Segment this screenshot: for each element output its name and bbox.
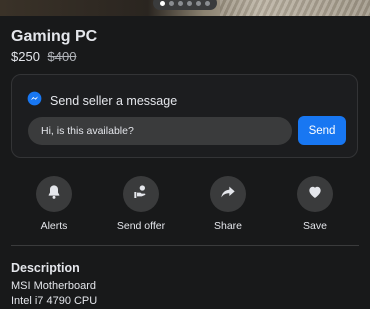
carousel-dot[interactable] (178, 0, 183, 6)
bell-icon (46, 184, 62, 205)
photo-texture (220, 0, 370, 16)
share-circle (210, 176, 246, 212)
message-seller-label: Send seller a message (50, 94, 178, 108)
message-input[interactable] (28, 117, 292, 145)
alerts-circle (36, 176, 72, 212)
save-button[interactable]: Save (275, 176, 355, 232)
messenger-icon (27, 91, 42, 111)
share-label: Share (213, 220, 243, 232)
save-circle (297, 176, 333, 212)
listing-price: $250 (11, 49, 40, 64)
alerts-button[interactable]: Alerts (14, 176, 94, 232)
description-heading: Description (11, 261, 80, 275)
message-seller-card: Send seller a message Send (11, 74, 358, 158)
carousel-dot[interactable] (160, 0, 165, 6)
heart-icon (307, 184, 323, 205)
send-offer-circle (123, 176, 159, 212)
carousel-dot[interactable] (187, 0, 192, 6)
carousel-indicator (153, 0, 217, 10)
description-line: Intel i7 4790 CPU (11, 295, 98, 307)
send-button[interactable]: Send (298, 116, 346, 145)
carousel-dot[interactable] (169, 0, 174, 6)
action-bar: Alerts Send offer Share Save (0, 176, 370, 236)
alerts-label: Alerts (40, 220, 68, 232)
message-seller-header: Send seller a message (27, 91, 177, 111)
section-divider (11, 245, 359, 246)
price-row: $250 $400 (11, 49, 76, 64)
save-label: Save (303, 220, 327, 232)
description-line: MSI Motherboard (11, 280, 96, 292)
share-icon (220, 184, 236, 205)
share-button[interactable]: Share (188, 176, 268, 232)
offer-icon (133, 184, 149, 205)
original-price: $400 (47, 49, 77, 64)
carousel-dot[interactable] (196, 0, 201, 6)
send-offer-button[interactable]: Send offer (101, 176, 181, 232)
send-offer-label: Send offer (116, 220, 166, 232)
listing-title: Gaming PC (11, 28, 98, 45)
carousel-dot[interactable] (205, 0, 210, 6)
